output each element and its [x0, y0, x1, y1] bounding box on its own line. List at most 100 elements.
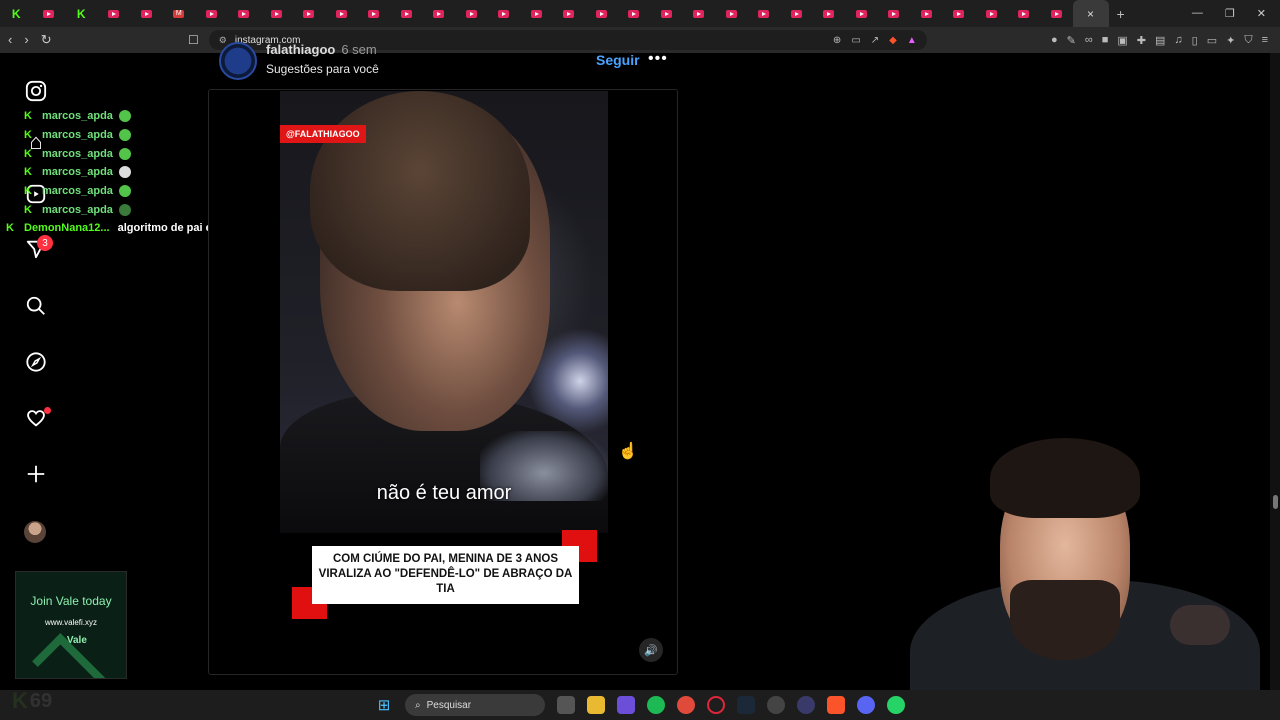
tab[interactable] — [650, 0, 683, 27]
tab[interactable] — [195, 0, 228, 27]
tab[interactable] — [98, 0, 131, 27]
close-tab-icon[interactable]: × — [1087, 7, 1094, 21]
leo-icon[interactable]: ✦ — [1226, 34, 1235, 47]
media-icon[interactable]: ♫ — [1174, 34, 1182, 47]
file-explorer-icon[interactable] — [587, 696, 605, 714]
extension-icon[interactable]: ■ — [1102, 34, 1109, 47]
restore-icon[interactable]: ❐ — [1225, 7, 1235, 20]
minimize-icon[interactable]: — — [1192, 7, 1203, 20]
app-icon[interactable] — [797, 696, 815, 714]
notification-dot — [44, 407, 51, 414]
tab[interactable] — [260, 0, 293, 27]
emote-icon — [118, 166, 131, 179]
extension-icon[interactable]: ∞ — [1085, 34, 1093, 47]
extension-icon[interactable]: ● — [1051, 34, 1058, 47]
taskbar-search-label: Pesquisar — [426, 699, 472, 711]
active-tab[interactable]: × — [1072, 0, 1109, 27]
tab[interactable] — [1040, 0, 1073, 27]
tab[interactable] — [455, 0, 488, 27]
app-icon[interactable] — [617, 696, 635, 714]
sponsor-ad[interactable]: Join Vale today www.valefi.xyz ☘ Vale — [15, 571, 127, 679]
chrome-icon[interactable] — [677, 696, 695, 714]
site-info-icon[interactable]: ⚙ — [219, 35, 227, 46]
youtube-favicon-icon — [855, 9, 867, 18]
zoom-icon[interactable]: ⊕ — [833, 35, 841, 46]
kick-icon: K — [24, 166, 32, 179]
wallet-icon[interactable]: ▭ — [1207, 34, 1217, 47]
task-view-icon[interactable] — [557, 696, 575, 714]
window-controls: — ❐ ✕ — [1192, 7, 1280, 20]
tab[interactable] — [748, 0, 781, 27]
youtube-favicon-icon — [303, 9, 315, 18]
tab[interactable] — [813, 0, 846, 27]
extensions-puzzle-icon[interactable]: ✚ — [1137, 34, 1146, 47]
tab[interactable] — [358, 0, 391, 27]
tab[interactable] — [130, 0, 163, 27]
more-options-icon[interactable]: ••• — [648, 50, 668, 68]
tab[interactable] — [910, 0, 943, 27]
back-icon[interactable]: ‹ — [8, 32, 12, 48]
app-icon[interactable] — [767, 696, 785, 714]
close-window-icon[interactable]: ✕ — [1257, 7, 1266, 20]
youtube-favicon-icon — [400, 9, 412, 18]
spotify-icon[interactable] — [647, 696, 665, 714]
tab[interactable] — [878, 0, 911, 27]
follow-button[interactable]: Seguir — [596, 52, 640, 68]
forward-icon[interactable]: › — [24, 32, 28, 48]
audio-toggle-icon[interactable]: 🔊 — [639, 638, 663, 662]
post-author[interactable]: falathiagoo 6 sem — [266, 42, 377, 57]
tab[interactable] — [943, 0, 976, 27]
post-username[interactable]: falathiagoo — [266, 42, 335, 57]
start-icon[interactable]: ⊞ — [375, 696, 393, 714]
tab[interactable] — [293, 0, 326, 27]
tab[interactable] — [33, 0, 66, 27]
new-tab-button[interactable]: + — [1117, 6, 1125, 22]
profile-avatar[interactable] — [24, 521, 46, 543]
tab[interactable] — [553, 0, 586, 27]
cast-icon[interactable]: ▭ — [851, 35, 860, 46]
instagram-logo-icon[interactable] — [22, 77, 50, 105]
tab[interactable] — [780, 0, 813, 27]
brave-shields-icon[interactable]: ◆ — [889, 35, 897, 46]
tab[interactable] — [325, 0, 358, 27]
tab[interactable] — [1008, 0, 1041, 27]
extension-icon[interactable]: ✎ — [1067, 34, 1076, 47]
opera-icon[interactable] — [707, 696, 725, 714]
discord-icon[interactable] — [857, 696, 875, 714]
scrollbar-thumb[interactable] — [1273, 495, 1278, 509]
tab[interactable] — [488, 0, 521, 27]
youtube-favicon-icon — [920, 9, 932, 18]
tab[interactable] — [618, 0, 651, 27]
tab[interactable] — [845, 0, 878, 27]
create-icon[interactable] — [22, 460, 50, 488]
tab[interactable]: K — [65, 0, 98, 27]
taskbar-search[interactable]: ⌕ Pesquisar — [405, 694, 545, 716]
reload-icon[interactable]: ↻ — [41, 32, 52, 48]
vpn-icon[interactable]: ⛉ — [1244, 34, 1252, 47]
menu-icon[interactable]: ≡ — [1262, 34, 1268, 47]
search-icon[interactable] — [22, 292, 50, 320]
tab[interactable] — [975, 0, 1008, 27]
brave-rewards-icon[interactable]: ▲ — [907, 35, 917, 46]
tab[interactable] — [423, 0, 456, 27]
tab[interactable] — [390, 0, 423, 27]
extension-icon[interactable]: ▤ — [1155, 34, 1165, 47]
tab[interactable] — [683, 0, 716, 27]
explore-icon[interactable] — [22, 348, 50, 376]
bookmark-icon[interactable]: ☐ — [188, 33, 199, 47]
tab[interactable]: M — [163, 0, 196, 27]
post-author-avatar[interactable] — [219, 42, 257, 80]
tab[interactable] — [520, 0, 553, 27]
whatsapp-icon[interactable] — [887, 696, 905, 714]
tab[interactable] — [228, 0, 261, 27]
tab[interactable] — [715, 0, 748, 27]
tab[interactable]: K — [0, 0, 33, 27]
tab[interactable] — [585, 0, 618, 27]
brave-icon[interactable] — [827, 696, 845, 714]
sidebar-icon[interactable]: ▯ — [1192, 34, 1198, 47]
extension-icon[interactable]: ▣ — [1117, 34, 1127, 47]
scrollbar[interactable] — [1270, 53, 1280, 690]
steam-icon[interactable] — [737, 696, 755, 714]
reel-video[interactable]: @FALATHIAGOO não é teu amor COM CIÚME DO… — [208, 89, 678, 675]
share-icon[interactable]: ↗ — [871, 35, 879, 46]
